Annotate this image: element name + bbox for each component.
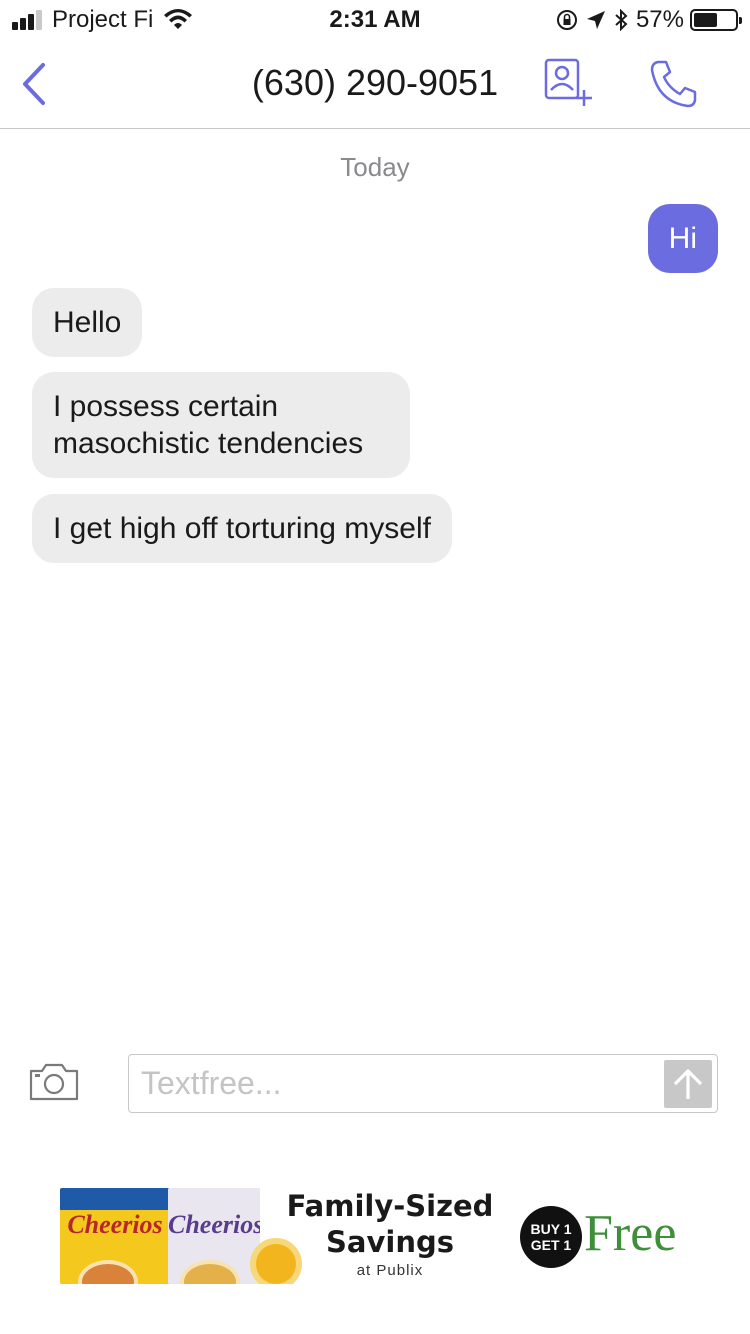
outgoing-message-bubble[interactable]: Hi — [647, 204, 718, 273]
ad-subline: at Publix — [356, 1262, 424, 1279]
ad-offer: Free — [584, 1205, 677, 1262]
message-input[interactable] — [129, 1055, 649, 1112]
ad-headline: Family-Sized Savings — [286, 1189, 494, 1259]
send-button[interactable] — [664, 1060, 712, 1108]
bluetooth-icon — [614, 9, 628, 31]
status-bar: Project Fi 2:31 AM 57% — [0, 0, 750, 40]
battery-icon — [690, 9, 742, 31]
arrow-up-icon — [673, 1069, 703, 1099]
cereal-box-image: Cheerios — [60, 1188, 170, 1284]
add-contact-button[interactable] — [542, 56, 598, 112]
incoming-message-bubble[interactable]: Hello — [32, 288, 143, 357]
phone-icon — [650, 60, 697, 108]
cereal-brand: Cheerios — [67, 1210, 163, 1239]
cellular-signal-icon — [12, 10, 44, 30]
cereal-brand: Cheerios — [168, 1210, 260, 1239]
orientation-lock-icon — [556, 9, 578, 31]
message-input-field[interactable] — [128, 1054, 718, 1113]
date-separator: Today — [340, 152, 410, 182]
camera-icon — [29, 1063, 79, 1101]
message-list[interactable]: Today Hi Hello I possess certain masochi… — [0, 130, 750, 1030]
carrier-name: Project Fi — [52, 6, 154, 33]
location-arrow-icon — [586, 10, 606, 30]
battery-fill — [694, 13, 717, 27]
cereal-box-image: Cheerios — [168, 1188, 260, 1284]
ad-banner[interactable]: Cheerios Cheerios Family-Sized Savings a… — [60, 1184, 700, 1284]
status-right: 57% — [548, 6, 742, 34]
call-button[interactable] — [646, 56, 702, 112]
message-composer — [0, 1052, 750, 1116]
contact-phone-number: (630) 290-9051 — [251, 62, 499, 103]
incoming-message-bubble[interactable]: I possess certain masochistic tendencies — [32, 372, 410, 478]
incoming-message-bubble[interactable]: I get high off torturing myself — [32, 494, 452, 563]
battery-percent: 57% — [635, 6, 684, 33]
add-contact-icon — [544, 58, 592, 106]
status-left: Project Fi — [12, 6, 193, 34]
conversation-header: (630) 290-9051 — [0, 40, 750, 129]
wifi-icon — [163, 9, 193, 31]
ad-badge: BUY 1 GET 1 — [520, 1206, 582, 1268]
camera-button[interactable] — [28, 1062, 84, 1110]
